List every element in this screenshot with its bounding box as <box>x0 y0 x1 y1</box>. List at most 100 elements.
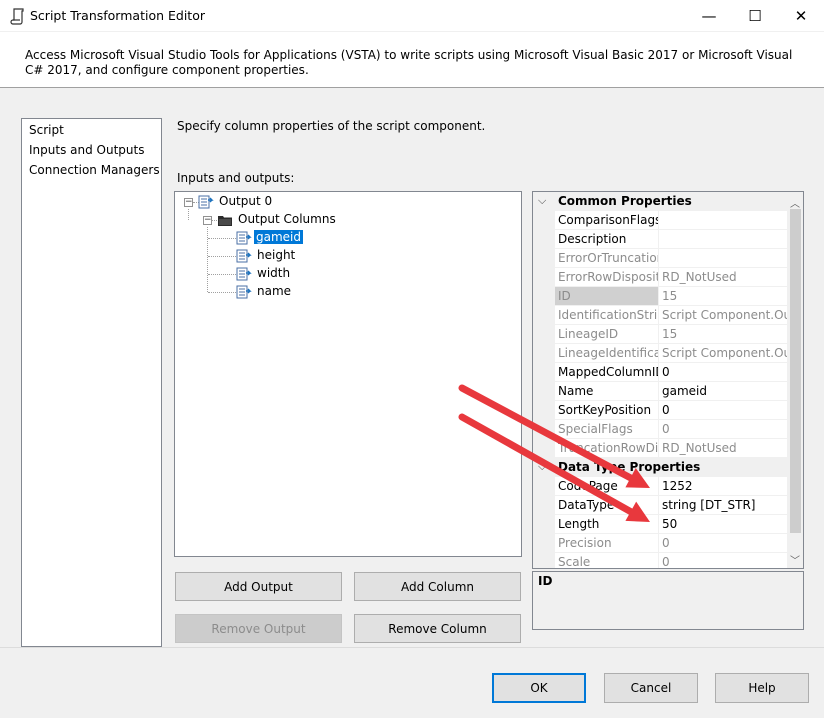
minimize-button[interactable]: — <box>686 0 732 31</box>
property-name[interactable]: LineageIdentificationString <box>555 344 659 363</box>
property-name[interactable]: Description <box>555 230 659 249</box>
property-grid-scrollbar[interactable]: ︿ ﹀ <box>787 192 803 568</box>
chevron-down-icon[interactable]: ⌵ <box>538 194 546 208</box>
property-row-margin <box>533 287 555 306</box>
tree-column-height[interactable]: height <box>257 248 295 262</box>
add-column-button[interactable]: Add Column <box>354 572 521 601</box>
nav-item-connection-managers[interactable]: Connection Managers <box>28 162 161 178</box>
property-value: RD_NotUsed <box>659 268 787 287</box>
property-name[interactable]: LineageID <box>555 325 659 344</box>
tree-output-node[interactable]: Output 0 <box>219 194 272 208</box>
chevron-down-icon[interactable]: ⌵ <box>538 460 546 474</box>
tree-column-name[interactable]: name <box>257 284 291 298</box>
property-value[interactable]: string [DT_STR] <box>659 496 787 515</box>
property-name[interactable]: SpecialFlags <box>555 420 659 439</box>
property-row-margin <box>533 249 555 268</box>
inputs-outputs-tree[interactable]: − Output 0 − Output Columns gameid heigh… <box>174 191 522 557</box>
property-value[interactable]: 1252 <box>659 477 787 496</box>
help-button[interactable]: Help <box>715 673 809 703</box>
nav-item-script[interactable]: Script <box>28 122 65 138</box>
footer-divider <box>0 647 824 648</box>
property-name[interactable]: SortKeyPosition <box>555 401 659 420</box>
collapse-output-toggle[interactable]: − <box>184 198 193 207</box>
property-row[interactable]: LineageIdentificationStringScript Compon… <box>533 344 787 363</box>
property-row[interactable]: MappedColumnID 0 <box>533 363 787 382</box>
property-row-margin <box>533 439 555 458</box>
close-button[interactable]: ✕ <box>778 0 824 31</box>
property-name[interactable]: TruncationRowDisposition <box>555 439 659 458</box>
property-name[interactable]: Scale <box>555 553 659 568</box>
property-value <box>659 249 787 268</box>
property-name[interactable]: IdentificationString <box>555 306 659 325</box>
property-row[interactable]: SortKeyPosition 0 <box>533 401 787 420</box>
maximize-button[interactable]: ☐ <box>732 0 778 31</box>
property-description-title: ID <box>538 574 553 588</box>
column-icon <box>236 249 252 263</box>
property-name[interactable]: ComparisonFlags <box>555 211 659 230</box>
property-name[interactable]: ErrorRowDisposition <box>555 268 659 287</box>
nav-item-inputs-and-outputs[interactable]: Inputs and Outputs <box>28 142 145 158</box>
property-row-margin <box>533 477 555 496</box>
property-value[interactable]: gameid <box>659 382 787 401</box>
cancel-button[interactable]: Cancel <box>604 673 698 703</box>
inputs-outputs-label: Inputs and outputs: <box>177 171 295 185</box>
tree-output-columns-node[interactable]: Output Columns <box>238 212 336 226</box>
property-grid[interactable]: ⌵ Common Properties ⌵ Data Type Properti… <box>532 191 804 569</box>
property-name[interactable]: DataType <box>555 496 659 515</box>
property-row-margin <box>533 534 555 553</box>
property-row[interactable]: CodePage 1252 <box>533 477 787 496</box>
add-output-button[interactable]: Add Output <box>175 572 342 601</box>
property-row[interactable]: Description <box>533 230 787 249</box>
remove-output-button[interactable]: Remove Output <box>175 614 342 643</box>
property-row[interactable]: Precision 0 <box>533 534 787 553</box>
property-name[interactable]: Precision <box>555 534 659 553</box>
property-value[interactable] <box>659 230 787 249</box>
property-value: 0 <box>659 553 787 568</box>
property-name[interactable]: MappedColumnID <box>555 363 659 382</box>
script-app-icon <box>10 8 24 25</box>
scrollbar-thumb[interactable] <box>790 209 801 533</box>
property-value[interactable]: 0 <box>659 401 787 420</box>
tree-column-width[interactable]: width <box>257 266 290 280</box>
property-value[interactable] <box>659 211 787 230</box>
property-row[interactable]: DataType string [DT_STR] <box>533 496 787 515</box>
property-row[interactable]: LineageID 15 <box>533 325 787 344</box>
property-row-margin <box>533 363 555 382</box>
property-row-margin <box>533 420 555 439</box>
property-name[interactable]: CodePage <box>555 477 659 496</box>
property-row[interactable]: SpecialFlags 0 <box>533 420 787 439</box>
tree-column-gameid[interactable]: gameid <box>254 230 303 244</box>
category-common-properties[interactable]: ⌵ Common Properties <box>533 192 787 211</box>
property-name[interactable]: ErrorOrTruncationOperation <box>555 249 659 268</box>
category-data-type-properties[interactable]: ⌵ Data Type Properties <box>533 458 787 477</box>
property-row[interactable]: Length 50 <box>533 515 787 534</box>
property-row[interactable]: IdentificationStringScript Component.Out… <box>533 306 787 325</box>
property-name[interactable]: ID <box>555 287 659 306</box>
property-row-margin <box>533 230 555 249</box>
scroll-down-arrow-icon[interactable]: ﹀ <box>790 552 800 567</box>
property-row[interactable]: Name gameid <box>533 382 787 401</box>
property-row[interactable]: ErrorRowDispositionRD_NotUsed <box>533 268 787 287</box>
property-name[interactable]: Length <box>555 515 659 534</box>
property-row[interactable]: ID 15 <box>533 287 787 306</box>
property-row[interactable]: Scale 0 <box>533 553 787 568</box>
property-value: 15 <box>659 287 787 306</box>
output-icon <box>198 195 214 209</box>
property-value[interactable]: 50 <box>659 515 787 534</box>
property-description-panel <box>532 571 804 630</box>
remove-column-button[interactable]: Remove Column <box>354 614 521 643</box>
column-icon <box>236 267 252 281</box>
property-value: Script Component.Outputs[Output 0].Colum… <box>659 344 787 363</box>
property-name[interactable]: Name <box>555 382 659 401</box>
property-row[interactable]: TruncationRowDispositionRD_NotUsed <box>533 439 787 458</box>
property-row[interactable]: ComparisonFlags <box>533 211 787 230</box>
property-value[interactable]: 0 <box>659 363 787 382</box>
property-row-margin <box>533 268 555 287</box>
scroll-up-arrow-icon[interactable]: ︿ <box>790 195 800 210</box>
property-value: 0 <box>659 534 787 553</box>
collapse-columns-toggle[interactable]: − <box>203 216 212 225</box>
property-row-margin <box>533 306 555 325</box>
column-icon <box>236 285 252 299</box>
ok-button[interactable]: OK <box>492 673 586 703</box>
property-row[interactable]: ErrorOrTruncationOperation <box>533 249 787 268</box>
